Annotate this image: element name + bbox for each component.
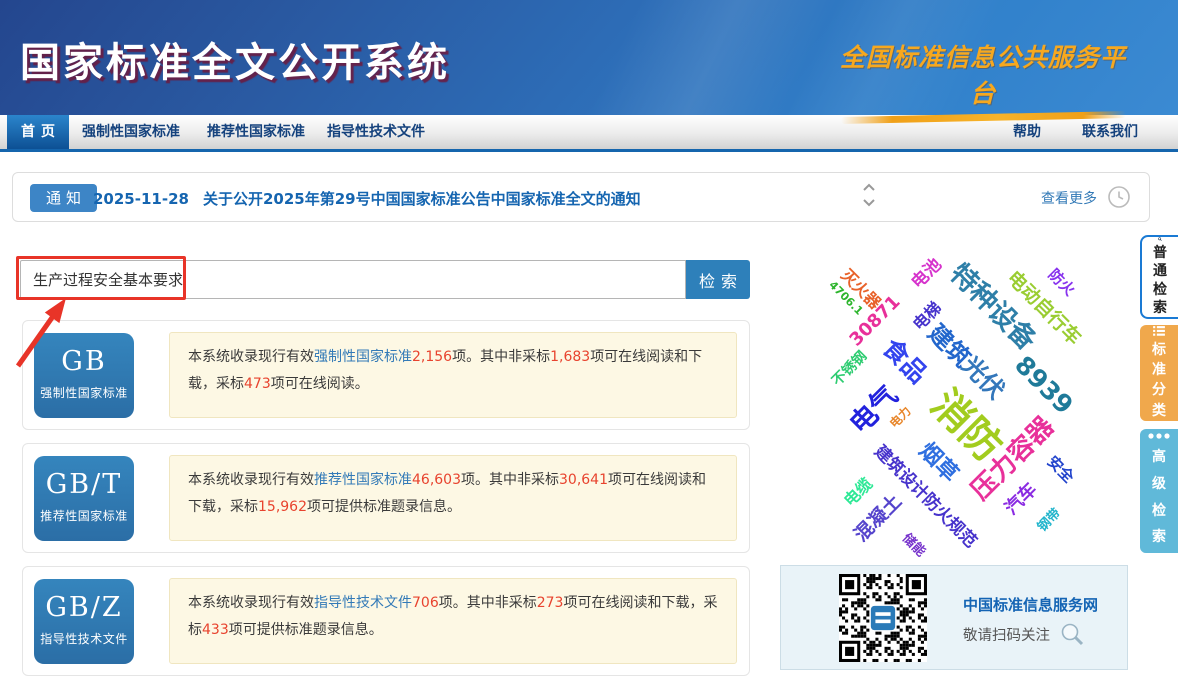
standard-card: GB/Z指导性技术文件本系统收录现行有效指导性技术文件706项。其中非采标273… [22, 566, 750, 676]
standard-description: 本系统收录现行有效指导性技术文件706项。其中非采标273项可在线阅读和下载，采… [169, 578, 737, 664]
nav-item-recommended[interactable]: 推荐性国家标准 [207, 115, 305, 149]
standard-count: 433 [202, 622, 229, 638]
standard-card: GB/T推荐性国家标准本系统收录现行有效推荐性国家标准46,603项。其中非采标… [22, 443, 750, 553]
notice-date: 2025-11-28 [93, 190, 189, 208]
description-text: 项。其中非采标 [452, 349, 550, 365]
keyword-cloud-word[interactable]: 储能 [899, 528, 931, 560]
standard-label: 指导性技术文件 [34, 630, 134, 647]
keyword-cloud-word[interactable]: 不锈钢 [827, 346, 871, 390]
page: 国家标准全文公开系统 全国标准信息公共服务平台 首页 强制性国家标准 推荐性国家… [0, 0, 1178, 693]
search-icon [1149, 237, 1171, 241]
description-text: 本系统收录现行有效 [188, 472, 314, 488]
tab-advanced-search-label: 高级检索 [1151, 444, 1167, 550]
standard-count: 1,683 [550, 349, 590, 365]
nav-item-guiding[interactable]: 指导性技术文件 [327, 115, 425, 149]
header-banner: 国家标准全文公开系统 全国标准信息公共服务平台 [0, 0, 1178, 115]
standard-count: 2,156 [412, 349, 452, 365]
description-text: 项可提供标准题录信息。 [229, 622, 383, 638]
standard-type-link[interactable]: 指导性技术文件 [314, 595, 412, 611]
tab-standard-classification[interactable]: 标准分类 [1140, 325, 1178, 421]
standard-count: 473 [244, 376, 271, 392]
standard-code: GB [34, 346, 134, 377]
view-more-link[interactable]: 查看更多 [1041, 188, 1097, 208]
notice-title: 关于公开2025年第29号中国国家标准公告中国家标准全文的通知 [203, 190, 641, 208]
qr-panel: 中国标准信息服务网 敬请扫码关注 [780, 565, 1128, 670]
standard-count: 273 [537, 595, 564, 611]
qr-site-link[interactable]: 中国标准信息服务网 [963, 594, 1098, 615]
standard-description: 本系统收录现行有效强制性国家标准2,156项。其中非采标1,683项可在线阅读和… [169, 332, 737, 418]
chevron-up-icon[interactable] [861, 181, 877, 195]
standard-code: GB/T [34, 469, 134, 500]
nav-item-home[interactable]: 首页 [7, 115, 69, 149]
description-text: 项。其中非采标 [439, 595, 537, 611]
list-icon [1148, 325, 1170, 337]
site-title: 国家标准全文公开系统 [20, 30, 450, 88]
standard-count: 30,641 [559, 472, 608, 488]
description-text: 项可在线阅读。 [271, 376, 369, 392]
description-text: 本系统收录现行有效 [188, 349, 314, 365]
standard-code: GB/Z [34, 592, 134, 623]
standard-count: 15,962 [258, 499, 307, 515]
notice-bar: 通知 2025-11-28 关于公开2025年第29号中国国家标准公告中国家标准全… [12, 172, 1150, 222]
qr-code-image [839, 574, 927, 662]
tab-normal-search-label: 普通检索 [1152, 244, 1168, 317]
chevron-down-icon[interactable] [861, 195, 877, 209]
search-button[interactable]: 检索 [686, 260, 750, 299]
dots-icon [1147, 431, 1171, 441]
tab-advanced-search[interactable]: 高级检索 [1140, 429, 1178, 553]
tab-normal-search[interactable]: 普通检索 [1140, 235, 1178, 319]
standard-count: 46,603 [412, 472, 461, 488]
standard-label: 推荐性国家标准 [34, 507, 134, 524]
notice-scroll-arrows [861, 181, 881, 215]
standard-card-icon[interactable]: GB/Z 指导性技术文件 [34, 579, 134, 664]
standard-count: 706 [412, 595, 439, 611]
qr-caption-text: 敬请扫码关注 [963, 628, 1050, 644]
qr-caption: 敬请扫码关注 [963, 622, 1085, 648]
standard-label: 强制性国家标准 [34, 384, 134, 401]
standard-card-icon[interactable]: GB/T 推荐性国家标准 [34, 456, 134, 541]
keyword-cloud-word[interactable]: 电池 [904, 251, 946, 293]
standard-card-icon[interactable]: GB 强制性国家标准 [34, 333, 134, 418]
notice-link[interactable]: 2025-11-28 关于公开2025年第29号中国国家标准公告中国家标准全文的通… [93, 188, 641, 209]
notice-badge[interactable]: 通知 [30, 184, 97, 212]
standard-type-link[interactable]: 推荐性国家标准 [314, 472, 412, 488]
keyword-cloud-word[interactable]: 安全 [1043, 451, 1079, 487]
standard-type-link[interactable]: 强制性国家标准 [314, 349, 412, 365]
keyword-cloud-word[interactable]: 钢带 [1032, 503, 1064, 535]
clock-icon[interactable] [1107, 185, 1131, 209]
description-text: 项。其中非采标 [461, 472, 559, 488]
keyword-cloud-word[interactable]: 8939 [1009, 350, 1079, 420]
standard-description: 本系统收录现行有效推荐性国家标准46,603项。其中非采标30,641项可在线阅… [169, 455, 737, 541]
description-text: 本系统收录现行有效 [188, 595, 314, 611]
search-input[interactable] [20, 260, 686, 299]
magnifier-icon [1059, 622, 1085, 648]
keyword-cloud: 灭火器4706.1电池特种设备防火电动自行车30871电梯不锈钢食品建筑光伏89… [780, 242, 1140, 560]
nav-item-mandatory[interactable]: 强制性国家标准 [82, 115, 180, 149]
tab-standard-classification-label: 标准分类 [1151, 340, 1167, 421]
platform-logo-text: 全国标准信息公共服务平台 [828, 38, 1138, 110]
platform-logo[interactable]: 全国标准信息公共服务平台 [828, 38, 1138, 121]
standard-card: GB强制性国家标准本系统收录现行有效强制性国家标准2,156项。其中非采标1,6… [22, 320, 750, 430]
description-text: 项可提供标准题录信息。 [307, 499, 461, 515]
